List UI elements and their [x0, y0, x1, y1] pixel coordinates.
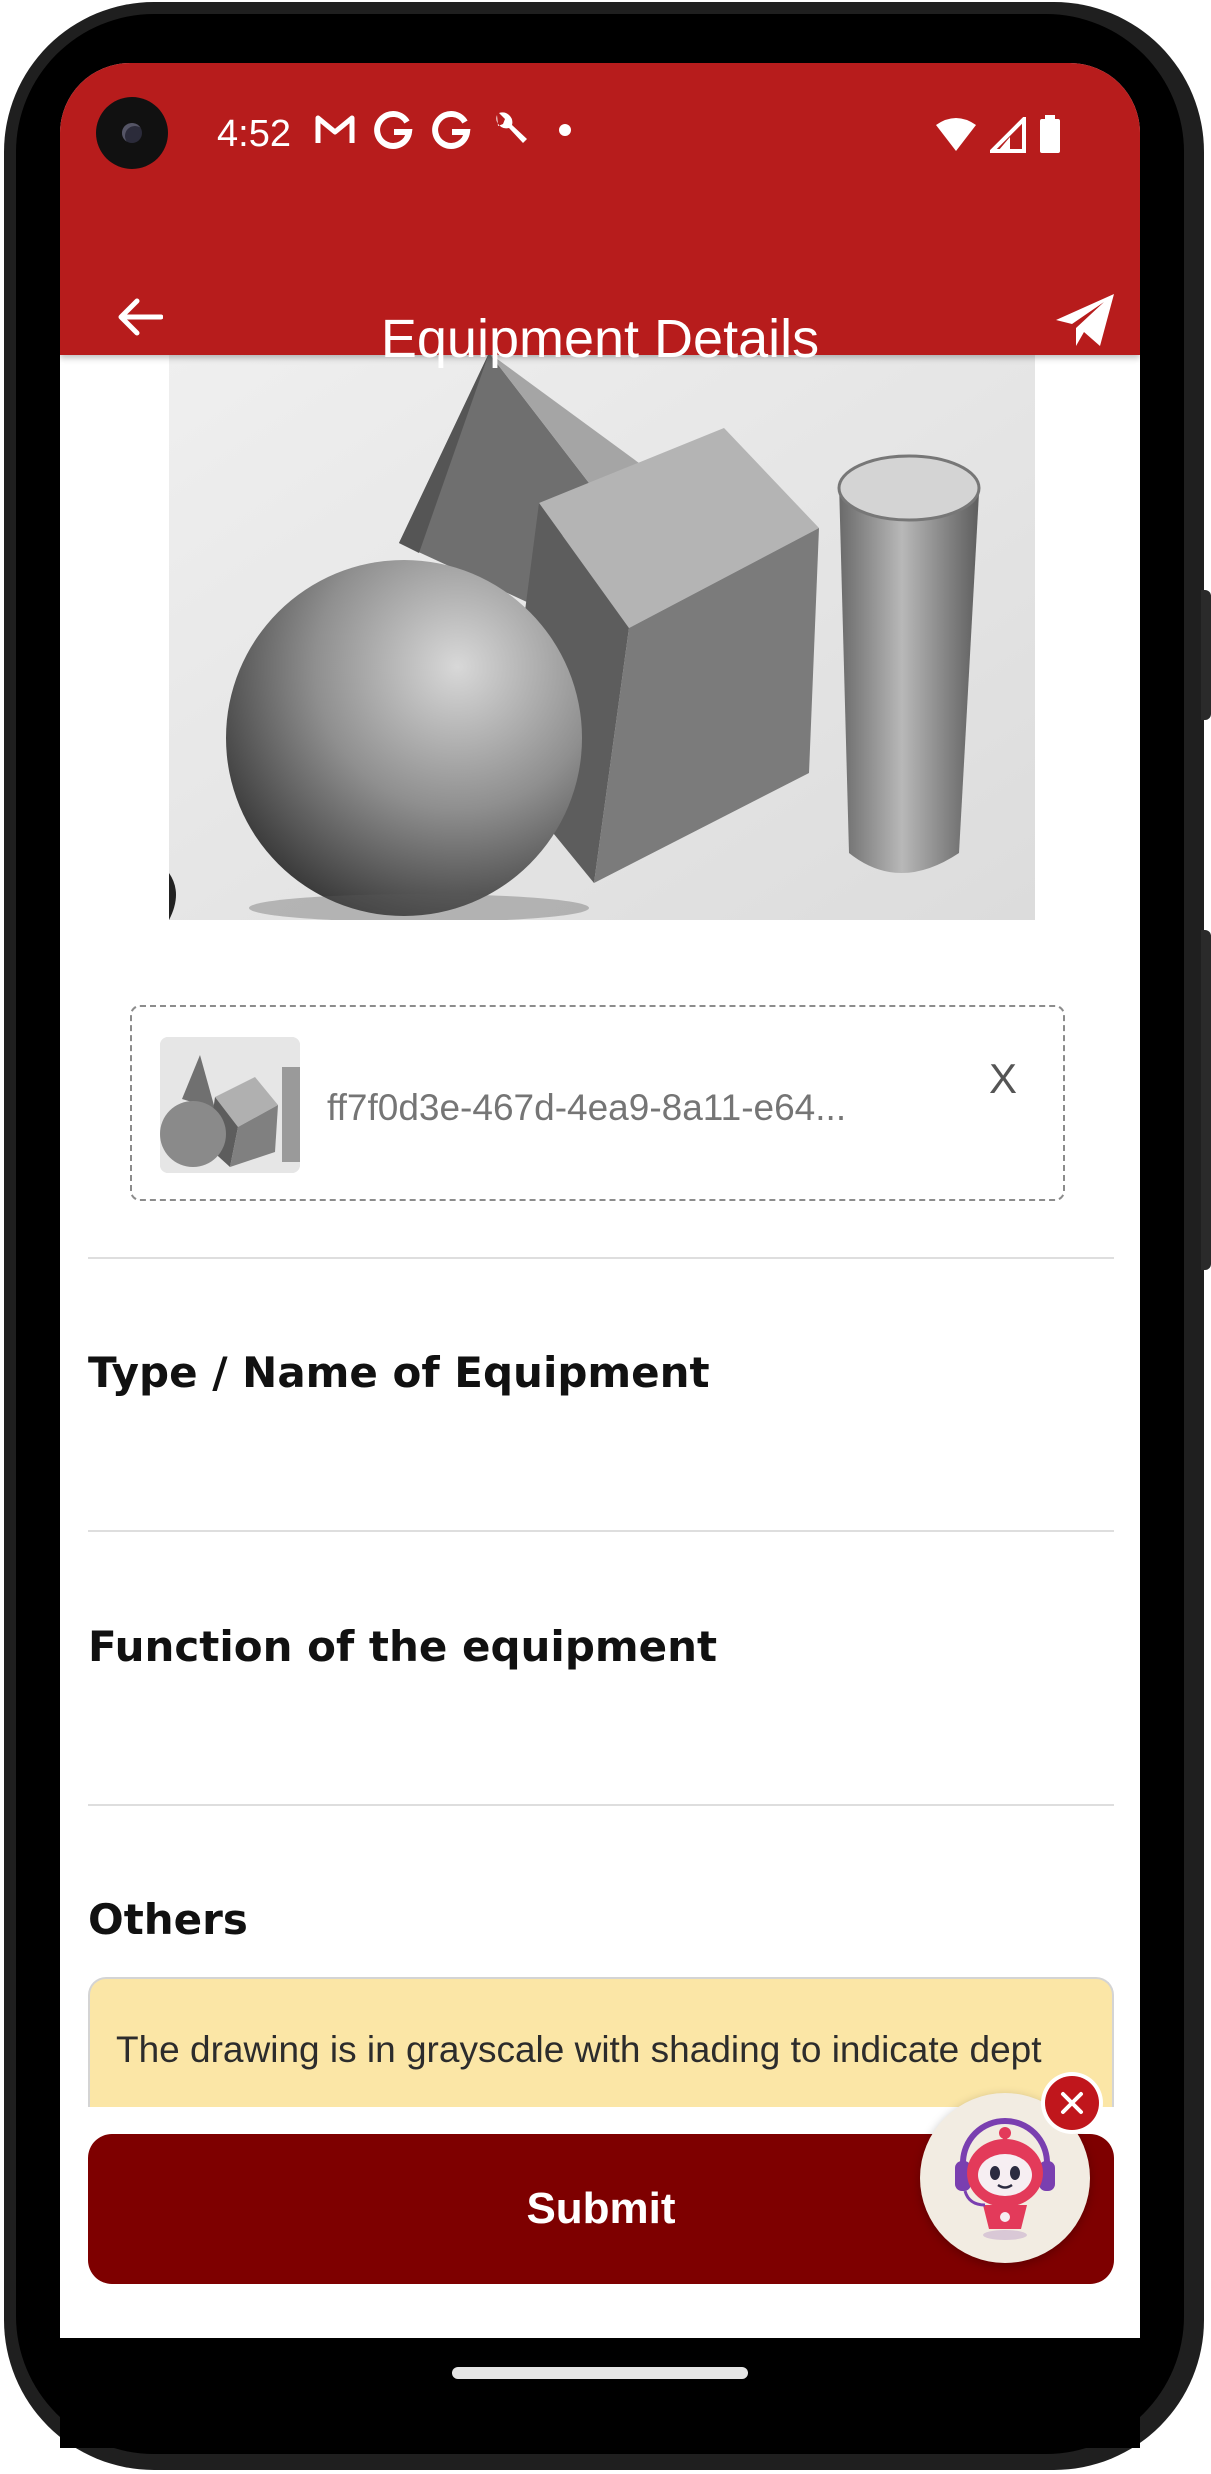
google-icon: [373, 107, 413, 153]
navigation-bar: [60, 2338, 1140, 2448]
send-button[interactable]: [1050, 285, 1120, 355]
paper-plane-icon: [1056, 294, 1114, 346]
assistant-close-button[interactable]: [1045, 2076, 1099, 2130]
attachment-item: ff7f0d3e-467d-4ea9-8a11-e64... X: [130, 1005, 1065, 1201]
attachment-thumbnail[interactable]: [160, 1037, 300, 1173]
camera-icon: [96, 97, 168, 169]
volume-button: [1201, 590, 1211, 720]
close-icon: [1061, 2092, 1083, 2114]
battery-icon: [1038, 115, 1062, 159]
status-left-icons: [315, 107, 571, 153]
page-title: Equipment Details: [380, 309, 820, 369]
phone-frame: 4:52 Equipment Details ff7f0d3e-467d-4ea…: [0, 0, 1211, 2474]
wrench-icon: [489, 107, 531, 153]
home-indicator[interactable]: [452, 2367, 748, 2379]
function-label: Function of the equipment: [88, 1622, 718, 1671]
status-time: 4:52: [217, 113, 291, 155]
geometric-shapes-image: [169, 353, 1035, 920]
others-input[interactable]: The drawing is in grayscale with shading…: [88, 1977, 1114, 2107]
others-label: Others: [88, 1895, 248, 1944]
divider: [88, 1530, 1114, 1532]
others-input-value: The drawing is in grayscale with shading…: [116, 2029, 1042, 2070]
divider: [88, 1804, 1114, 1806]
remove-attachment-button[interactable]: X: [981, 1055, 1025, 1103]
divider: [88, 1257, 1114, 1259]
google-icon: [431, 107, 471, 153]
equipment-photo: [169, 353, 1035, 920]
wifi-icon: [934, 117, 978, 157]
screen: 4:52 Equipment Details ff7f0d3e-467d-4ea…: [60, 63, 1140, 2338]
type-name-label: Type / Name of Equipment: [88, 1348, 710, 1397]
dot-icon: [559, 124, 571, 136]
gmail-icon: [315, 107, 355, 153]
thumbnail-image: [160, 1037, 300, 1173]
power-button: [1201, 930, 1211, 1270]
robot-assistant-icon: [955, 2118, 1055, 2240]
app-bar: 4:52 Equipment Details: [60, 63, 1140, 367]
attachment-file-name: ff7f0d3e-467d-4ea9-8a11-e64...: [327, 1087, 847, 1128]
status-right-icons: [934, 114, 1062, 159]
signal-icon: [987, 114, 1026, 157]
